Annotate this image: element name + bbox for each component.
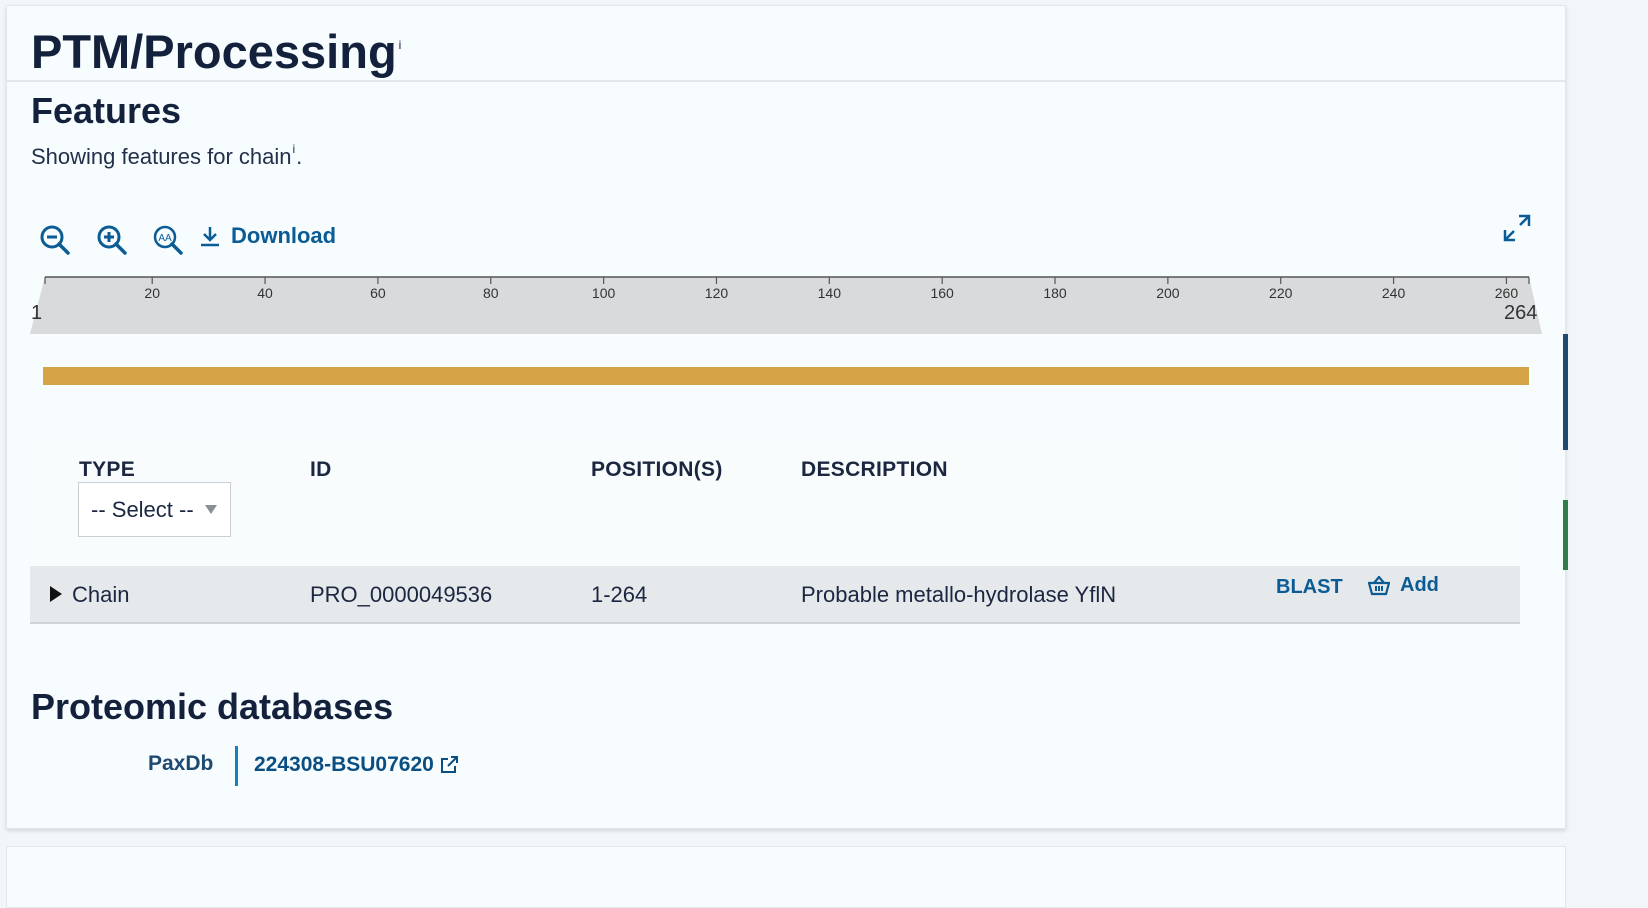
ruler-tick-label: 120 bbox=[705, 285, 729, 301]
id-header: ID bbox=[310, 458, 332, 481]
ruler-tick-label: 40 bbox=[257, 285, 273, 301]
zoom-in-icon[interactable] bbox=[96, 224, 128, 256]
sequence-ruler[interactable]: 20 40 60 80 100 120 140 160 180 200 220 240 260 bbox=[29, 276, 1544, 336]
row-description: Probable metallo-hydrolase YflN bbox=[801, 582, 1117, 607]
ptm-processing-card: PTM/Processing i Features Showing feature… bbox=[6, 5, 1566, 829]
zoom-out-icon[interactable] bbox=[39, 224, 71, 256]
basket-icon bbox=[1368, 575, 1390, 595]
blast-button[interactable]: BLAST bbox=[1276, 576, 1343, 599]
ruler-start-label: 1 bbox=[31, 302, 43, 324]
row-positions: 1-264 bbox=[591, 582, 648, 607]
paxdb-link-text: 224308-BSU07620 bbox=[254, 753, 434, 776]
type-header: TYPE bbox=[79, 458, 136, 481]
type-filter-select[interactable]: -- Select -- bbox=[78, 482, 231, 537]
download-icon bbox=[201, 227, 219, 247]
ruler-tick-label: 260 bbox=[1495, 285, 1519, 301]
row-id: PRO_0000049536 bbox=[310, 582, 493, 607]
type-filter-value: -- Select -- bbox=[91, 496, 194, 522]
ruler-tick-label: 20 bbox=[144, 285, 160, 301]
ruler-tick-label: 100 bbox=[592, 285, 616, 301]
row-type: Chain bbox=[72, 582, 130, 607]
section-title: PTM/Processing i bbox=[31, 25, 402, 78]
svg-text:AA: AA bbox=[158, 233, 172, 244]
scrollbar-marker bbox=[1563, 500, 1568, 570]
features-subtitle: Showing features for chaini. bbox=[31, 142, 303, 169]
paxdb-link[interactable]: 224308-BSU07620 bbox=[254, 753, 458, 777]
chain-info-icon[interactable]: i bbox=[293, 142, 296, 156]
features-title: Features bbox=[31, 90, 182, 131]
ruler-tick-label: 80 bbox=[483, 285, 499, 301]
positions-header: POSITION(S) bbox=[591, 458, 723, 481]
zoom-text-icon[interactable]: AA bbox=[152, 224, 184, 256]
ruler-tick-label: 220 bbox=[1269, 285, 1293, 301]
add-label: Add bbox=[1400, 574, 1439, 596]
chain-feature-track[interactable] bbox=[43, 367, 1529, 385]
next-section-card bbox=[6, 846, 1566, 908]
ruler-tick-label: 140 bbox=[818, 285, 842, 301]
db-divider bbox=[235, 746, 238, 786]
paxdb-label: PaxDb bbox=[148, 752, 214, 775]
dropdown-arrow-icon bbox=[205, 505, 217, 514]
ruler-end-label: 264 bbox=[1504, 302, 1538, 324]
features-table: TYPE ID POSITION(S) DESCRIPTION -- Selec… bbox=[30, 444, 1520, 624]
ruler-tick-label: 60 bbox=[370, 285, 386, 301]
ruler-tick-label: 160 bbox=[930, 285, 954, 301]
fullscreen-icon[interactable] bbox=[1503, 214, 1531, 242]
table-row[interactable]: Chain PRO_0000049536 1-264 Probable meta… bbox=[30, 566, 1520, 624]
description-header: DESCRIPTION bbox=[801, 458, 948, 481]
download-label: Download bbox=[231, 223, 337, 248]
title-divider bbox=[7, 80, 1565, 82]
add-to-basket-button[interactable]: Add bbox=[1368, 574, 1439, 597]
info-icon[interactable]: i bbox=[399, 38, 402, 52]
ruler-tick-label: 180 bbox=[1043, 285, 1067, 301]
proteomic-databases-title: Proteomic databases bbox=[31, 686, 394, 727]
ruler-tick-label: 240 bbox=[1382, 285, 1406, 301]
download-button[interactable]: Download bbox=[199, 222, 336, 250]
scrollbar-thumb[interactable] bbox=[1563, 334, 1568, 450]
external-link-icon bbox=[440, 756, 458, 773]
ruler-tick-label: 200 bbox=[1156, 285, 1180, 301]
